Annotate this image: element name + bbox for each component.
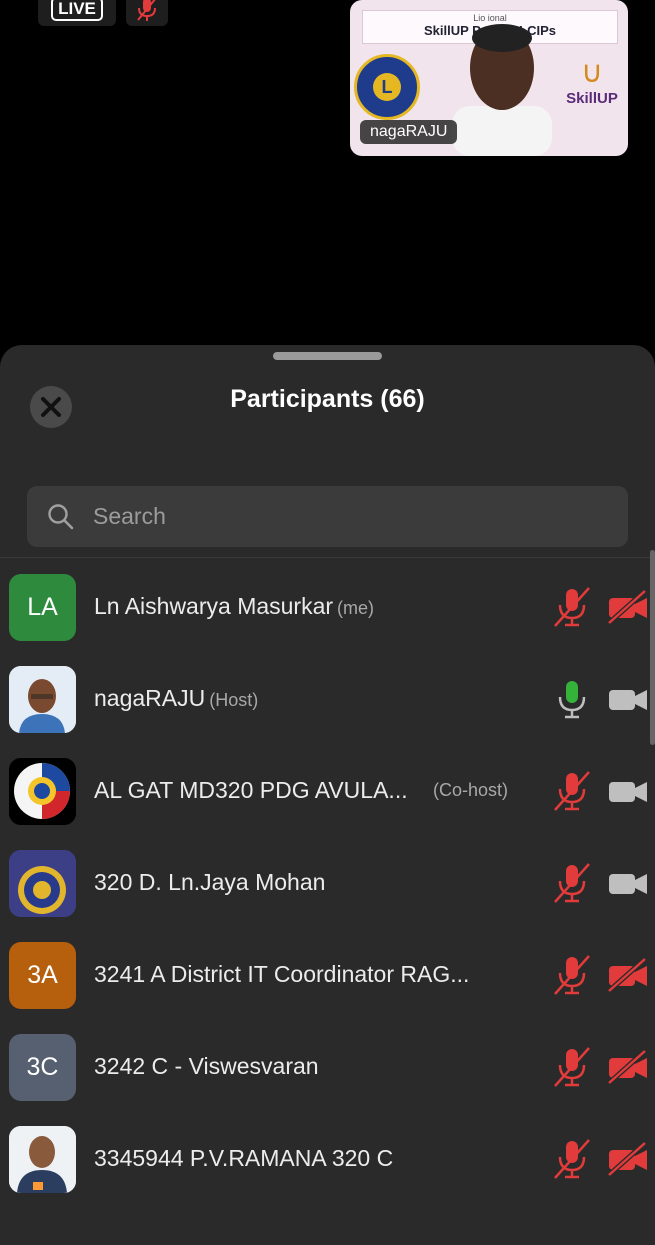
camera-on-icon[interactable]	[607, 865, 649, 901]
search-input[interactable]: Search	[27, 486, 628, 547]
camera-off-icon[interactable]	[607, 589, 649, 625]
participants-title: Participants (66)	[230, 385, 425, 413]
participant-name-text: Ln Aishwarya Masurkar	[94, 593, 334, 619]
participant-name: Ln Aishwarya Masurkar (me)	[94, 593, 374, 620]
avatar-photo	[9, 666, 76, 733]
participant-name: 320 D. Ln.Jaya Mohan	[94, 869, 325, 896]
participant-name: nagaRAJU (Host)	[94, 685, 258, 712]
participant-name-text: 3242 C - Viswesvaran	[94, 1053, 319, 1079]
camera-on-icon[interactable]	[607, 773, 649, 809]
speaker-name-label: nagaRAJU	[360, 120, 458, 144]
live-badge[interactable]: LIVE	[38, 0, 116, 26]
search-placeholder: Search	[93, 503, 166, 529]
avatar	[9, 1126, 76, 1193]
mic-muted-icon[interactable]	[552, 586, 592, 628]
active-speaker-video[interactable]: Lio ional SkillUP Pr s by LCIPs L ∪ Skil…	[350, 0, 628, 156]
participant-role: (Co-host)	[433, 780, 509, 800]
participant-row[interactable]: 3A 3241 A District IT Coordinator RAG...	[0, 928, 655, 1020]
avatar	[9, 666, 76, 733]
close-button[interactable]	[30, 386, 72, 428]
drag-handle[interactable]	[273, 352, 382, 360]
participant-name-text: nagaRAJU	[94, 685, 206, 711]
participant-name: 3242 C - Viswesvaran	[94, 1053, 319, 1080]
participant-row[interactable]: 320 D. Ln.Jaya Mohan	[0, 836, 655, 928]
mic-muted-icon[interactable]	[552, 1046, 592, 1088]
camera-off-icon[interactable]	[607, 1141, 649, 1177]
avatar-photo	[9, 1126, 76, 1193]
search-icon	[48, 504, 74, 530]
speaker-figure	[452, 24, 552, 156]
live-label: LIVE	[51, 0, 103, 21]
mic-muted-icon[interactable]	[552, 862, 592, 904]
mic-muted-icon[interactable]	[552, 770, 592, 812]
lions-logo-letter: L	[373, 73, 401, 101]
avatar: 3C	[9, 1034, 76, 1101]
participant-name: AL GAT MD320 PDG AVULA...	[94, 777, 408, 804]
participant-name-text: 320 D. Ln.Jaya Mohan	[94, 869, 326, 895]
avatar-initials: 3C	[26, 1053, 59, 1081]
participant-name-text: 3241 A District IT Coordinator RAG...	[94, 961, 470, 987]
participant-row[interactable]: nagaRAJU (Host)	[0, 652, 655, 744]
skillup-glyph-icon: ∪	[581, 56, 603, 89]
mic-muted-icon[interactable]	[552, 954, 592, 996]
skillup-logo: ∪ SkillUP	[562, 56, 622, 107]
mute-toggle-button[interactable]	[126, 0, 168, 26]
skillup-wordmark: SkillUP	[566, 90, 618, 107]
participant-role: (me)	[337, 598, 375, 618]
participant-role: (Host)	[209, 690, 259, 710]
participant-row[interactable]: AL GAT MD320 PDG AVULA... (Co-host)	[0, 744, 655, 836]
participant-name-text: 3345944 P.V.RAMANA 320 C	[94, 1145, 394, 1171]
participant-row[interactable]: 3C 3242 C - Viswesvaran	[0, 1020, 655, 1112]
video-area: LIVE Lio ional SkillUP Pr s by LCIPs L ∪…	[0, 0, 655, 345]
avatar	[9, 758, 76, 825]
close-icon	[41, 397, 61, 417]
participant-row[interactable]: 3345944 P.V.RAMANA 320 C	[0, 1112, 655, 1204]
camera-off-icon[interactable]	[607, 957, 649, 993]
avatar-logo	[9, 758, 76, 825]
mic-active-icon[interactable]	[552, 678, 592, 720]
camera-on-icon[interactable]	[607, 681, 649, 717]
avatar-logo	[9, 850, 76, 917]
mic-muted-icon[interactable]	[552, 1138, 592, 1180]
divider	[0, 557, 655, 558]
avatar: 3A	[9, 942, 76, 1009]
avatar-initials: LA	[27, 593, 58, 621]
participant-name: 3345944 P.V.RAMANA 320 C	[94, 1145, 393, 1172]
participant-name-text: AL GAT MD320 PDG AVULA...	[94, 777, 408, 803]
lions-logo: L	[354, 54, 420, 120]
avatar-initials: 3A	[27, 961, 58, 989]
participant-row[interactable]: LA Ln Aishwarya Masurkar (me)	[0, 560, 655, 652]
mic-muted-icon	[137, 0, 156, 21]
avatar	[9, 850, 76, 917]
camera-off-icon[interactable]	[607, 1049, 649, 1085]
participant-name: 3241 A District IT Coordinator RAG...	[94, 961, 469, 988]
avatar: LA	[9, 574, 76, 641]
